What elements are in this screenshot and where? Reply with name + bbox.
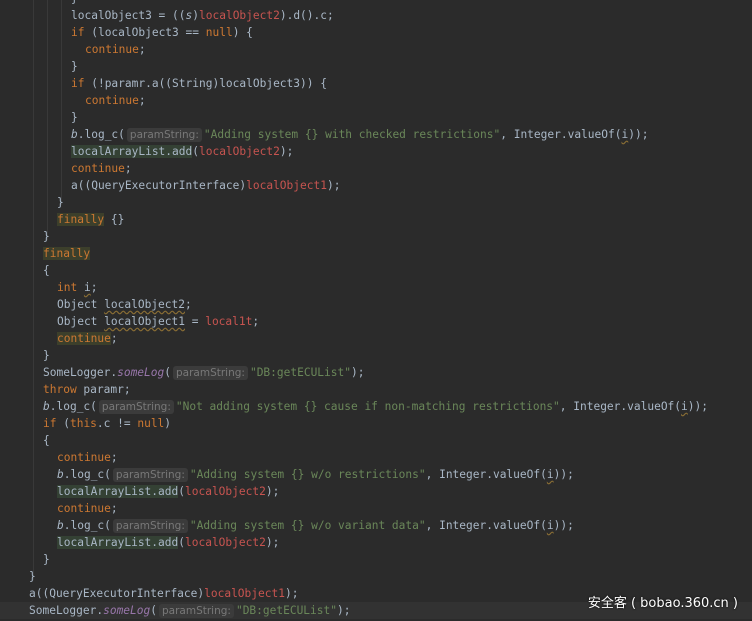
- code-line[interactable]: localArrayList.add(localObject2);: [0, 143, 752, 160]
- code-line[interactable]: }: [0, 194, 752, 211]
- parameter-hint: paramString:: [126, 128, 202, 142]
- code-line[interactable]: a((QueryExecutorInterface)localObject1);: [0, 177, 752, 194]
- code-line[interactable]: b.log_c(paramString: "Not adding system {…: [0, 398, 752, 415]
- code-line[interactable]: }: [0, 551, 752, 568]
- code-line[interactable]: continue;: [0, 449, 752, 466]
- code-line[interactable]: localArrayList.add(localObject2);: [0, 534, 752, 551]
- code-line[interactable]: continue;: [0, 330, 752, 347]
- code-line[interactable]: }: [0, 58, 752, 75]
- code-line[interactable]: }: [0, 109, 752, 126]
- code-line[interactable]: continue;: [0, 500, 752, 517]
- code-line[interactable]: if (!paramr.a((String)localObject3)) {: [0, 75, 752, 92]
- code-line[interactable]: continue;: [0, 160, 752, 177]
- code-line[interactable]: }: [0, 347, 752, 364]
- code-line[interactable]: {: [0, 432, 752, 449]
- code-line[interactable]: localArrayList.add(localObject2);: [0, 483, 752, 500]
- code-line[interactable]: localObject3 = ((s)localObject2).d().c;: [0, 7, 752, 24]
- code-line[interactable]: b.log_c(paramString: "Adding system {} w/…: [0, 517, 752, 534]
- parameter-hint: paramString:: [159, 604, 234, 618]
- code-line[interactable]: b.log_c(paramString: "Adding system {} wi…: [0, 126, 752, 143]
- code-line[interactable]: continue;: [0, 92, 752, 109]
- code-line[interactable]: finally {}: [0, 211, 752, 228]
- code-line[interactable]: if (localObject3 == null) {: [0, 24, 752, 41]
- parameter-hint: paramString:: [98, 400, 174, 414]
- watermark: 安全客 ( bobao.360.cn ): [587, 596, 738, 611]
- code-line[interactable]: Object localObject1 = local1t;: [0, 313, 752, 330]
- code-line[interactable]: int i;: [0, 279, 752, 296]
- code-line[interactable]: }: [0, 0, 752, 7]
- code-line[interactable]: continue;: [0, 41, 752, 58]
- code-line[interactable]: }: [0, 228, 752, 245]
- code-line[interactable]: b.log_c(paramString: "Adding system {} w/…: [0, 466, 752, 483]
- parameter-hint: paramString:: [112, 468, 188, 482]
- code-line[interactable]: throw paramr;: [0, 381, 752, 398]
- parameter-hint: paramString:: [173, 366, 248, 380]
- code-line[interactable]: }: [0, 568, 752, 585]
- code-line[interactable]: Object localObject2;: [0, 296, 752, 313]
- parameter-hint: paramString:: [112, 519, 188, 533]
- code-line[interactable]: if (this.c != null): [0, 415, 752, 432]
- code-line[interactable]: SomeLogger.someLog(paramString: "DB:getEC…: [0, 364, 752, 381]
- code-editor[interactable]: } localObject3 = ((s)localObject2).d().c…: [0, 0, 752, 621]
- code-line[interactable]: {: [0, 262, 752, 279]
- code-line[interactable]: finally: [0, 245, 752, 262]
